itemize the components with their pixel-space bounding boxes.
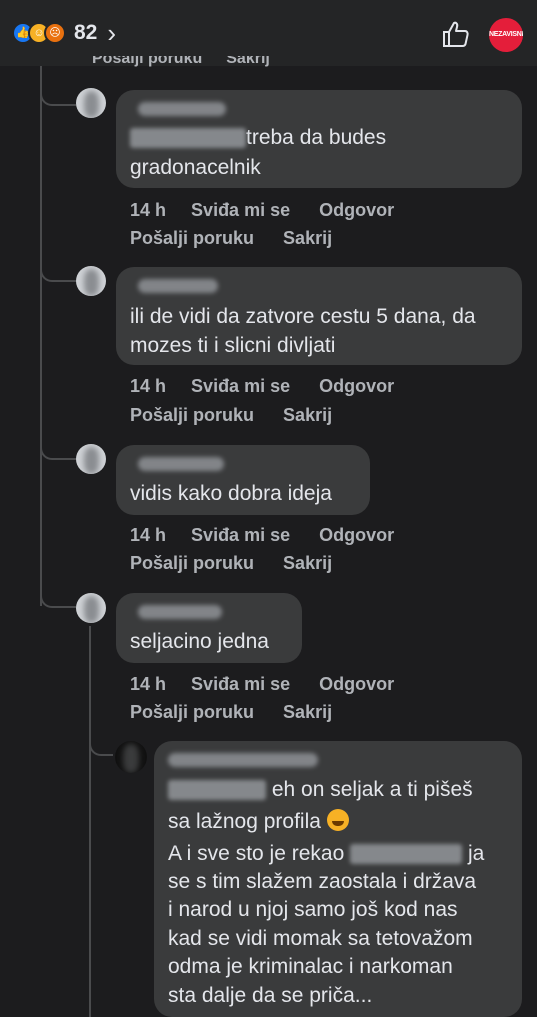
like-button[interactable] bbox=[440, 18, 472, 50]
comment-text: vidis kako dobra ideja bbox=[130, 482, 332, 505]
comment-text: ili de vidi da zatvore cestu 5 dana, da bbox=[130, 305, 476, 328]
like-link[interactable]: Sviđa mi se bbox=[191, 376, 290, 396]
comment-actions: Pošalji poruku Sakrij bbox=[130, 702, 332, 723]
reactions-summary[interactable]: 👍 ☺ ☹ 82 › bbox=[12, 20, 116, 46]
redacted-mention bbox=[350, 844, 463, 865]
reply-text: odma je kriminalac i narkoman bbox=[168, 955, 453, 978]
comment-actions: 14 h Sviđa mi se Odgovor bbox=[130, 376, 394, 397]
commenter-name[interactable] bbox=[138, 605, 222, 619]
comment-bubble: seljacino jedna bbox=[116, 593, 302, 663]
avatar[interactable] bbox=[76, 593, 106, 623]
hide-link[interactable]: Sakrij bbox=[283, 405, 332, 425]
comment-text: seljacino jedna bbox=[130, 630, 269, 653]
avatar[interactable] bbox=[76, 444, 106, 474]
comment-bubble: ili de vidi da zatvore cestu 5 dana, da … bbox=[116, 267, 522, 365]
laughing-emoji-icon bbox=[326, 809, 349, 831]
send-message-link[interactable]: Pošalji poruku bbox=[130, 405, 254, 425]
send-message-link[interactable]: Pošalji poruku bbox=[130, 553, 254, 573]
reply-link[interactable]: Odgovor bbox=[319, 200, 394, 220]
reply-text: eh on seljak a ti pišeš bbox=[168, 775, 473, 804]
commenter-name[interactable] bbox=[138, 279, 218, 293]
commenter-name[interactable] bbox=[138, 457, 224, 471]
timestamp: 14 h bbox=[130, 376, 167, 396]
commenter-name[interactable] bbox=[168, 753, 318, 767]
reply-bubble: eh on seljak a ti pišeš sa lažnog profil… bbox=[154, 741, 522, 1017]
hide-link[interactable]: Sakrij bbox=[283, 702, 332, 722]
reply-link[interactable]: Odgovor bbox=[319, 376, 394, 396]
avatar[interactable] bbox=[115, 741, 147, 773]
reply-link[interactable]: Odgovor bbox=[319, 674, 394, 694]
reaction-count: 82 bbox=[74, 21, 98, 44]
like-link[interactable]: Sviđa mi se bbox=[191, 200, 290, 220]
reply-link[interactable]: Odgovor bbox=[319, 525, 394, 545]
comment-text: gradonacelnik bbox=[130, 156, 261, 179]
reply-text: kad se vidi momak sa tetovažom bbox=[168, 927, 473, 950]
commenter-name[interactable] bbox=[138, 102, 226, 116]
comment-text: treba da budes bbox=[130, 123, 386, 152]
hide-link[interactable]: Sakrij bbox=[283, 553, 332, 573]
angry-icon: ☹ bbox=[44, 22, 66, 44]
timestamp: 14 h bbox=[130, 200, 167, 220]
thread-connector bbox=[89, 734, 113, 756]
previous-comment-actions: Pošalji poruku Sakrij bbox=[92, 56, 294, 70]
thread-line bbox=[89, 626, 91, 1017]
comment-bubble: vidis kako dobra ideja bbox=[116, 445, 370, 515]
thread-connector bbox=[40, 586, 76, 608]
thread-connector bbox=[40, 84, 76, 106]
comment-actions: 14 h Sviđa mi se Odgovor bbox=[130, 674, 394, 695]
send-message-link[interactable]: Pošalji poruku bbox=[130, 702, 254, 722]
timestamp: 14 h bbox=[130, 674, 167, 694]
comment-actions: 14 h Sviđa mi se Odgovor bbox=[130, 525, 394, 546]
hide-link[interactable]: Sakrij bbox=[226, 56, 270, 67]
like-link[interactable]: Sviđa mi se bbox=[191, 525, 290, 545]
reply-text: sta dalje da se priča... bbox=[168, 984, 373, 1007]
send-message-link[interactable]: Pošalji poruku bbox=[130, 228, 254, 248]
reply-text: i narod u njoj samo još kod nas bbox=[168, 898, 458, 921]
comment-actions: Pošalji poruku Sakrij bbox=[130, 228, 332, 249]
avatar[interactable] bbox=[76, 266, 106, 296]
reply-text: A i sve sto je rekao ja bbox=[168, 842, 485, 865]
thread-connector bbox=[40, 260, 76, 282]
hide-link[interactable]: Sakrij bbox=[283, 228, 332, 248]
send-message-link[interactable]: Pošalji poruku bbox=[92, 56, 202, 67]
thread-line bbox=[40, 66, 42, 606]
reply-text: se s tim slažem zaostala i država bbox=[168, 870, 477, 893]
comment-bubble: treba da budes gradonacelnik bbox=[116, 90, 522, 188]
comment-text: mozes ti i slicni divljati bbox=[130, 334, 336, 357]
brand-logo[interactable]: NEZAVISNE bbox=[489, 18, 523, 52]
comment-actions: Pošalji poruku Sakrij bbox=[130, 405, 332, 426]
comment-actions: Pošalji poruku Sakrij bbox=[130, 553, 332, 574]
redacted-mention bbox=[130, 128, 246, 149]
timestamp: 14 h bbox=[130, 525, 167, 545]
chevron-right-icon[interactable]: › bbox=[107, 20, 116, 46]
like-link[interactable]: Sviđa mi se bbox=[191, 674, 290, 694]
thread-connector bbox=[40, 438, 76, 460]
reply-text: sa lažnog profila bbox=[168, 807, 349, 836]
redacted-mention bbox=[168, 780, 266, 801]
avatar[interactable] bbox=[76, 88, 106, 118]
comment-actions: 14 h Sviđa mi se Odgovor bbox=[130, 200, 394, 221]
